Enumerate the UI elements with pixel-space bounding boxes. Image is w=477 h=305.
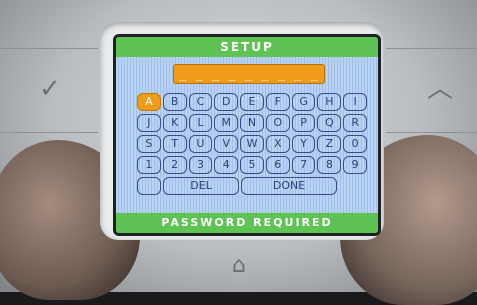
key-g[interactable]: G [291,93,316,111]
key-x[interactable]: X [265,135,290,153]
delete-button[interactable]: DEL [163,177,239,195]
keyboard-row-5: DEL DONE [137,177,367,195]
key-4[interactable]: 4 [214,156,239,174]
key-w[interactable]: W [240,135,264,153]
key-v[interactable]: V [214,135,239,153]
key-k[interactable]: K [162,114,187,132]
key-c[interactable]: C [188,93,213,111]
home-button[interactable]: ⌂ [224,253,254,279]
status-bar: PASSWORD REQUIRED [116,213,378,233]
key-8[interactable]: 8 [317,156,342,174]
key-space[interactable] [137,177,161,195]
key-f[interactable]: F [265,93,290,111]
keyboard-row-3: S T U V W X Y Z 0 [137,135,368,153]
up-button[interactable]: ︿ [420,74,460,104]
key-e[interactable]: E [240,93,264,111]
key-j[interactable]: J [137,114,161,132]
key-9[interactable]: 9 [343,156,368,174]
display-screen: SETUP _ _ _ _ _ _ _ _ _ _ _ A B C D E F … [113,34,381,236]
left-divider-bottom [0,132,98,133]
keyboard-row-2: J K L M N O P Q R [137,114,368,132]
check-button[interactable]: ✓ [30,74,70,104]
up-chevron-icon: ︿ [426,74,453,104]
key-a[interactable]: A [137,93,161,111]
key-s[interactable]: S [137,135,161,153]
key-p[interactable]: P [291,114,316,132]
done-button[interactable]: DONE [241,177,337,195]
thermostat-device: ✓ ︿ SETUP _ _ _ _ _ _ _ _ _ _ _ A B C D … [0,0,477,305]
keyboard-row-4: 1 2 3 4 5 6 7 8 9 [137,156,368,174]
key-i[interactable]: I [343,93,368,111]
key-0[interactable]: 0 [343,135,368,153]
left-divider-top [0,48,98,49]
key-u[interactable]: U [188,135,213,153]
password-input[interactable]: _ _ _ _ _ _ _ _ _ _ _ [173,64,325,99]
key-o[interactable]: O [265,114,290,132]
key-m[interactable]: M [214,114,239,132]
key-z[interactable]: Z [317,135,342,153]
home-icon: ⌂ [232,253,246,278]
key-h[interactable]: H [317,93,342,111]
key-5[interactable]: 5 [240,156,264,174]
right-divider-top [386,48,477,49]
keyboard-row-1: A B C D E F G H I [137,93,368,111]
key-t[interactable]: T [162,135,187,153]
key-6[interactable]: 6 [265,156,290,174]
key-q[interactable]: Q [317,114,342,132]
key-r[interactable]: R [343,114,368,132]
key-3[interactable]: 3 [188,156,213,174]
right-divider-bottom [386,132,477,133]
on-screen-keyboard: A B C D E F G H I J K L M N O P Q R S T … [137,93,368,198]
key-l[interactable]: L [188,114,213,132]
check-icon: ✓ [39,74,61,104]
key-7[interactable]: 7 [291,156,316,174]
key-d[interactable]: D [214,93,239,111]
key-b[interactable]: B [162,93,187,111]
screen-title: SETUP [116,37,378,57]
key-2[interactable]: 2 [162,156,187,174]
key-y[interactable]: Y [291,135,316,153]
key-n[interactable]: N [240,114,264,132]
key-1[interactable]: 1 [137,156,161,174]
